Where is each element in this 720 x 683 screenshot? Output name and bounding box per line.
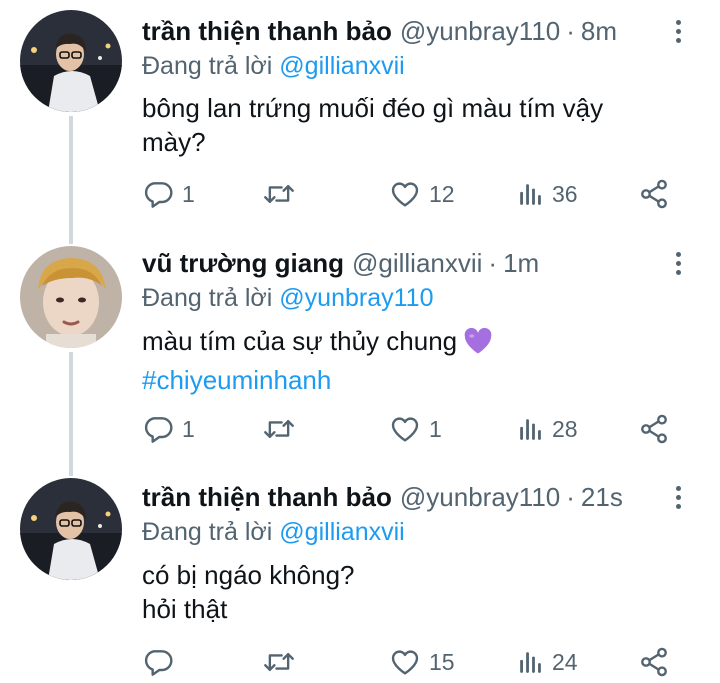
share-icon xyxy=(641,179,667,209)
reply-count: 1 xyxy=(182,415,195,442)
like-count: 15 xyxy=(429,648,455,675)
action-bar: 1 1 28 xyxy=(142,412,682,446)
tweet-text: bông lan trứng muối đéo gì màu tím vậy m… xyxy=(142,91,682,159)
tweet[interactable]: trần thiện thanh bảo @yunbray110 · 8m Đa… xyxy=(0,0,720,236)
like-count: 12 xyxy=(429,180,455,207)
replying-to: Đang trả lời @gillianxvii xyxy=(142,52,405,81)
more-icon[interactable] xyxy=(668,246,688,280)
tweet-text: có bị ngáo không? hỏi thật xyxy=(142,558,682,626)
tweet-text-line: màu tím của sự thủy chung xyxy=(142,324,682,363)
more-icon[interactable] xyxy=(668,14,688,48)
tweet-text: màu tím của sự thủy chung #chiyeuminhanh xyxy=(142,324,682,397)
mention-link[interactable]: @gillianxvii xyxy=(279,518,404,546)
replying-to: Đang trả lời @yunbray110 xyxy=(142,284,433,313)
retweet-button[interactable] xyxy=(262,645,304,679)
purple-heart-icon xyxy=(463,327,493,363)
more-icon[interactable] xyxy=(668,480,688,514)
user-handle[interactable]: @yunbray110 xyxy=(400,16,560,47)
tweet-text-content: màu tím của sự thủy chung xyxy=(142,326,458,356)
user-handle[interactable]: @gillianxvii xyxy=(352,248,482,279)
separator: · xyxy=(566,15,575,46)
share-icon xyxy=(641,647,667,677)
tweet-text-line: bông lan trứng muối đéo gì màu tím vậy xyxy=(142,93,604,123)
replying-prefix: Đang trả lời xyxy=(142,518,273,546)
views-icon xyxy=(520,184,541,205)
like-count: 1 xyxy=(429,415,442,442)
replying-prefix: Đang trả lời xyxy=(142,52,273,80)
action-bar: 1 12 36 xyxy=(142,177,682,211)
mention-link[interactable]: @yunbray110 xyxy=(279,284,433,312)
reply-icon xyxy=(144,417,173,443)
view-count: 24 xyxy=(552,648,578,675)
reply-count: 1 xyxy=(182,180,195,207)
display-name[interactable]: vũ trường giang xyxy=(142,248,344,279)
timestamp[interactable]: 8m xyxy=(581,16,617,47)
avatar[interactable] xyxy=(20,10,122,112)
views-icon xyxy=(520,419,541,440)
views-button[interactable]: 24 xyxy=(518,645,578,679)
tweet-text-line: có bị ngáo không? xyxy=(142,560,355,590)
retweet-icon xyxy=(264,184,294,204)
reply-button[interactable] xyxy=(142,645,182,679)
reply-icon xyxy=(144,650,173,676)
separator: · xyxy=(566,481,575,512)
share-button[interactable] xyxy=(638,412,670,446)
reply-icon xyxy=(144,182,173,208)
view-count: 28 xyxy=(552,415,578,442)
separator: · xyxy=(488,247,498,278)
timestamp[interactable]: 21s xyxy=(581,482,623,513)
like-button[interactable]: 12 xyxy=(389,177,455,211)
retweet-icon xyxy=(264,652,294,672)
like-icon xyxy=(391,650,419,675)
like-icon xyxy=(391,417,419,442)
avatar[interactable] xyxy=(20,478,122,580)
retweet-button[interactable] xyxy=(262,177,304,211)
avatar[interactable] xyxy=(20,246,122,348)
replying-prefix: Đang trả lời xyxy=(142,284,273,312)
display-name[interactable]: trần thiện thanh bảo xyxy=(142,482,392,513)
action-bar: 15 24 xyxy=(142,645,682,679)
tweet-text-line: hỏi thật xyxy=(142,594,228,624)
views-button[interactable]: 36 xyxy=(518,177,578,211)
tweet[interactable]: trần thiện thanh bảo @yunbray110 · 21s Đ… xyxy=(0,472,720,683)
reply-button[interactable]: 1 xyxy=(142,412,195,446)
tweet-text-line: mày? xyxy=(142,127,206,157)
like-button[interactable]: 15 xyxy=(389,645,455,679)
user-handle[interactable]: @yunbray110 xyxy=(400,482,560,513)
display-name[interactable]: trần thiện thanh bảo xyxy=(142,16,392,47)
tweet[interactable]: vũ trường giang @gillianxvii · 1m Đang t… xyxy=(0,236,720,472)
retweet-icon xyxy=(264,419,294,439)
like-button[interactable]: 1 xyxy=(389,412,442,446)
view-count: 36 xyxy=(552,180,578,207)
retweet-button[interactable] xyxy=(262,412,304,446)
timestamp[interactable]: 1m xyxy=(503,248,539,279)
like-icon xyxy=(391,182,419,207)
share-button[interactable] xyxy=(638,177,670,211)
views-button[interactable]: 28 xyxy=(518,412,578,446)
replying-to: Đang trả lời @gillianxvii xyxy=(142,518,405,547)
share-icon xyxy=(641,414,667,444)
share-button[interactable] xyxy=(638,645,670,679)
reply-button[interactable]: 1 xyxy=(142,177,195,211)
mention-link[interactable]: @gillianxvii xyxy=(279,52,404,80)
views-icon xyxy=(520,652,541,673)
hashtag-link[interactable]: #chiyeuminhanh xyxy=(142,363,682,397)
